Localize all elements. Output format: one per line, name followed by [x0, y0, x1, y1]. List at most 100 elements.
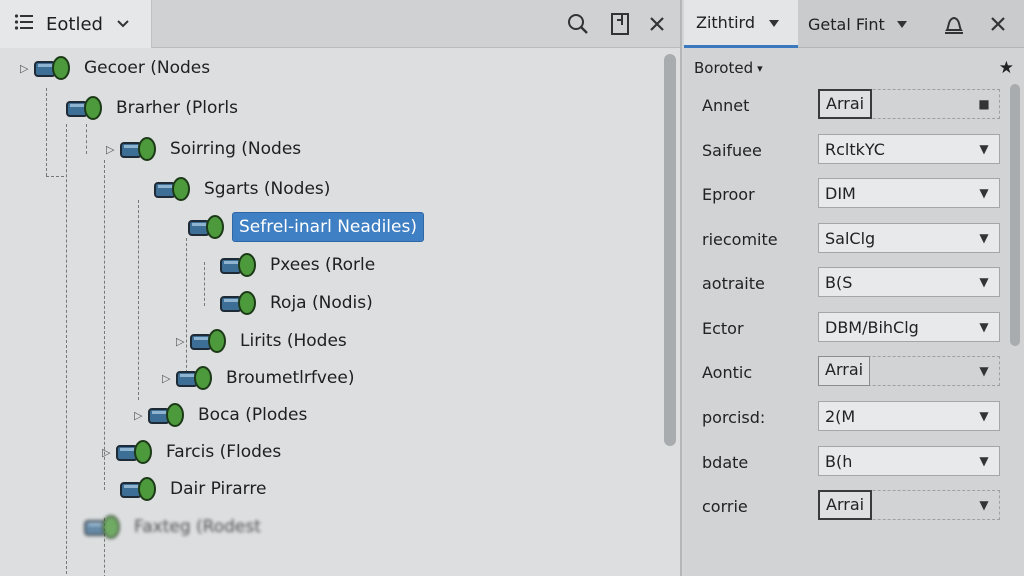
node-icon [188, 214, 226, 240]
tree-row-label: Pxees (Rorle [270, 255, 376, 275]
tree-row-6[interactable]: Roja (Nodis) [206, 286, 379, 320]
tree-row-label: Soirring (Nodes [170, 139, 302, 159]
tree-row-label: Brarher (Plorls [116, 98, 238, 118]
tree-row-label: Sgarts (Nodes) [204, 179, 331, 199]
node-icon [120, 476, 158, 502]
dropdown-arrow-icon[interactable]: ▼ [969, 454, 999, 468]
tree-scrollbar[interactable] [664, 54, 676, 446]
prop-label: Ector [702, 319, 744, 338]
search-icon[interactable] [566, 12, 590, 36]
expander-icon[interactable]: ▷ [162, 372, 176, 385]
tree-row-12[interactable]: Faxteg (Rodest [70, 510, 267, 544]
expander-icon[interactable]: ▷ [20, 62, 34, 75]
dropdown-arrow-icon[interactable]: ▼ [969, 142, 999, 156]
prop-label: Annet [702, 96, 750, 115]
tree-row-4-selected[interactable]: Sefrel-inarl Neadiles) [174, 210, 424, 244]
tree-row-10[interactable]: ▷ Farcis (Flodes [102, 435, 287, 469]
expander-icon[interactable]: ▷ [176, 335, 190, 348]
close-icon[interactable] [645, 12, 669, 36]
prop-value: B(h [825, 451, 853, 471]
dropdown-arrow-icon[interactable]: ▼ [969, 275, 999, 289]
dropdown-arrow-icon[interactable]: ▼ [969, 409, 999, 423]
prop-array-field[interactable]: Arrai ▼ [818, 490, 1000, 520]
node-icon [220, 252, 258, 278]
outline-panel: Eotled ▷ Gecoer (Nodes Brarher (Plorls ▷… [0, 0, 682, 576]
dropdown-arrow-icon[interactable]: ▼ [969, 320, 999, 334]
tree-row-8[interactable]: ▷ Broumetlrfvee) [162, 361, 360, 395]
node-icon [66, 95, 104, 121]
panel-icon[interactable] [608, 12, 632, 36]
dropdown-arrow-icon[interactable]: ▼ [969, 231, 999, 245]
prop-select[interactable]: SalClg ▼ [818, 223, 1000, 253]
prop-value: SalClg [825, 228, 876, 248]
tree-row-11[interactable]: Dair Pirarre [106, 472, 272, 506]
tree-row-label: Farcis (Flodes [166, 442, 282, 462]
square-icon[interactable]: ■ [969, 97, 999, 111]
prop-label: aotraite [702, 274, 765, 293]
tree-row-label: Roja (Nodis) [270, 293, 373, 313]
outline-tab[interactable]: Eotled [0, 0, 152, 48]
prop-select[interactable]: DIM ▼ [818, 178, 1000, 208]
dropdown-arrow-icon[interactable]: ▼ [969, 498, 999, 512]
node-icon [176, 365, 214, 391]
node-icon [220, 290, 258, 316]
chevron-down-icon[interactable] [117, 17, 129, 32]
section-title: Boroted [694, 59, 754, 77]
bell-icon[interactable] [942, 12, 966, 36]
tree-row-1[interactable]: Brarher (Plorls [52, 91, 244, 125]
prop-select[interactable]: 2(M ▼ [818, 401, 1000, 431]
prop-select[interactable]: B(h ▼ [818, 446, 1000, 476]
node-icon [120, 136, 158, 162]
node-icon [148, 402, 186, 428]
prop-label: Saifuee [702, 141, 762, 160]
tree-row-label: Lirits (Hodes [240, 331, 347, 351]
dropdown-arrow-icon[interactable]: ▼ [969, 364, 999, 378]
properties-header: Zithtird Getal Fint [684, 0, 1024, 48]
tab-properties[interactable]: Zithtird [684, 0, 798, 48]
node-tree: ▷ Gecoer (Nodes Brarher (Plorls ▷ Soirri… [0, 48, 660, 576]
tree-row-label: Faxteg (Rodest [134, 517, 261, 537]
star-icon[interactable]: ★ [999, 58, 1014, 78]
prop-select[interactable]: DBM/BihClg ▼ [818, 312, 1000, 342]
tree-row-2[interactable]: ▷ Soirring (Nodes [106, 132, 307, 166]
node-icon [84, 514, 122, 540]
prop-value: B(S [825, 272, 853, 292]
expander-icon[interactable]: ▷ [102, 446, 116, 459]
prop-array-field[interactable]: Arrai ▼ [818, 356, 1000, 386]
prop-label: Eproor [702, 185, 755, 204]
chevron-down-icon[interactable]: ▾ [757, 62, 763, 75]
tree-row-9[interactable]: ▷ Boca (Plodes [134, 398, 313, 432]
tree-row-3[interactable]: Sgarts (Nodes) [140, 172, 336, 206]
expander-icon[interactable]: ▷ [106, 143, 120, 156]
node-icon [190, 328, 228, 354]
tree-row-label: Boca (Plodes [198, 405, 308, 425]
tree-row-0[interactable]: ▷ Gecoer (Nodes [20, 51, 216, 85]
prop-label: riecomite [702, 230, 778, 249]
chevron-down-icon[interactable] [896, 17, 907, 31]
prop-value: DBM/BihClg [825, 317, 919, 337]
tab-label: Getal Fint [808, 14, 885, 34]
prop-label: bdate [702, 453, 749, 472]
node-icon [116, 439, 154, 465]
close-icon[interactable] [986, 12, 1010, 36]
tree-row-5[interactable]: Pxees (Rorle [206, 248, 381, 282]
tree-row-label: Gecoer (Nodes [84, 58, 211, 78]
properties-section-header[interactable]: Boroted ▾ ★ [684, 54, 1024, 82]
prop-label: porcisd: [702, 408, 766, 427]
prop-value: RcltkYC [825, 139, 885, 159]
tree-row-7[interactable]: ▷ Lirits (Hodes [176, 324, 353, 358]
tab-secondary[interactable]: Getal Fint [808, 0, 907, 48]
outline-header: Eotled [0, 0, 680, 48]
prop-array-field[interactable]: Arrai ■ [818, 89, 1000, 119]
prop-value: DIM [825, 183, 856, 203]
chevron-down-icon[interactable] [769, 16, 779, 30]
prop-select[interactable]: RcltkYC ▼ [818, 134, 1000, 164]
node-icon [34, 55, 72, 81]
properties-scrollbar[interactable] [1010, 84, 1020, 346]
tree-row-label: Broumetlrfvee) [226, 368, 355, 388]
expander-icon[interactable]: ▷ [134, 409, 148, 422]
prop-select[interactable]: B(S ▼ [818, 267, 1000, 297]
list-icon [14, 13, 34, 35]
dropdown-arrow-icon[interactable]: ▼ [969, 186, 999, 200]
prop-value: 2(M [825, 406, 856, 426]
